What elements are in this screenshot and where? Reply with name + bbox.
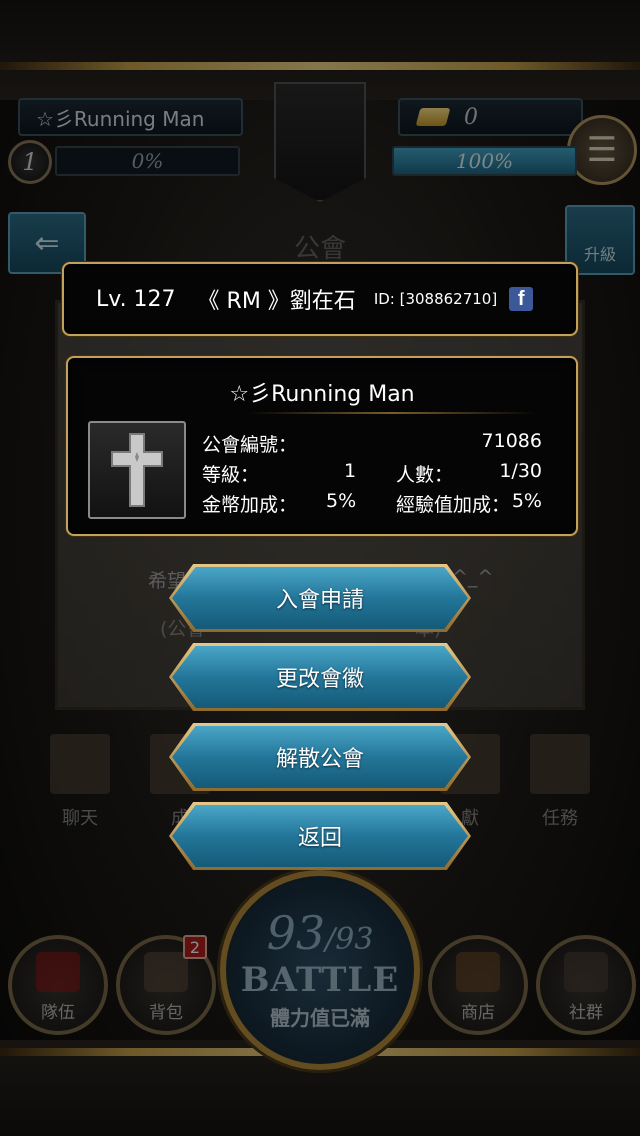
guild-number-label: 公會編號： bbox=[202, 434, 298, 456]
player-info-card: Lv. 127 《 RM 》劉在石 ID: [308862710] f bbox=[62, 262, 578, 336]
guild-card-title: ☆彡Running Man bbox=[229, 382, 415, 407]
cross-emblem-icon bbox=[111, 433, 163, 507]
return-button[interactable]: 返回 bbox=[169, 802, 471, 870]
exp-bonus-value: 5% bbox=[511, 490, 542, 512]
exp-bonus-label: 經驗值加成： bbox=[396, 494, 511, 516]
return-label: 返回 bbox=[297, 826, 342, 851]
guild-card-divider bbox=[248, 412, 536, 414]
change-emblem-button[interactable]: 更改會徽 bbox=[169, 643, 471, 711]
guild-members-label: 人數： bbox=[396, 464, 454, 486]
change-emblem-label: 更改會徽 bbox=[275, 667, 364, 692]
guild-members-value: 1/30 bbox=[499, 460, 542, 482]
guild-number-value: 71086 bbox=[481, 430, 542, 452]
guild-emblem bbox=[88, 421, 186, 519]
guild-level-label: 等級： bbox=[202, 464, 260, 486]
player-level: Lv. 127 bbox=[96, 286, 176, 312]
guild-info-card: ☆彡Running Man 公會編號： 71086 等級： 1 人數： 1/30… bbox=[66, 356, 578, 536]
disband-guild-label: 解散公會 bbox=[275, 747, 364, 772]
apply-membership-button[interactable]: 入會申請 bbox=[169, 564, 471, 632]
apply-membership-label: 入會申請 bbox=[275, 588, 364, 613]
guild-level-value: 1 bbox=[344, 460, 357, 482]
gold-bonus-value: 5% bbox=[326, 490, 357, 512]
gold-bonus-label: 金幣加成： bbox=[202, 494, 298, 516]
player-id: ID: [308862710] bbox=[373, 290, 498, 308]
disband-guild-button[interactable]: 解散公會 bbox=[169, 723, 471, 791]
facebook-icon[interactable]: f bbox=[509, 287, 534, 311]
player-name: 《 RM 》劉在石 bbox=[197, 289, 356, 314]
